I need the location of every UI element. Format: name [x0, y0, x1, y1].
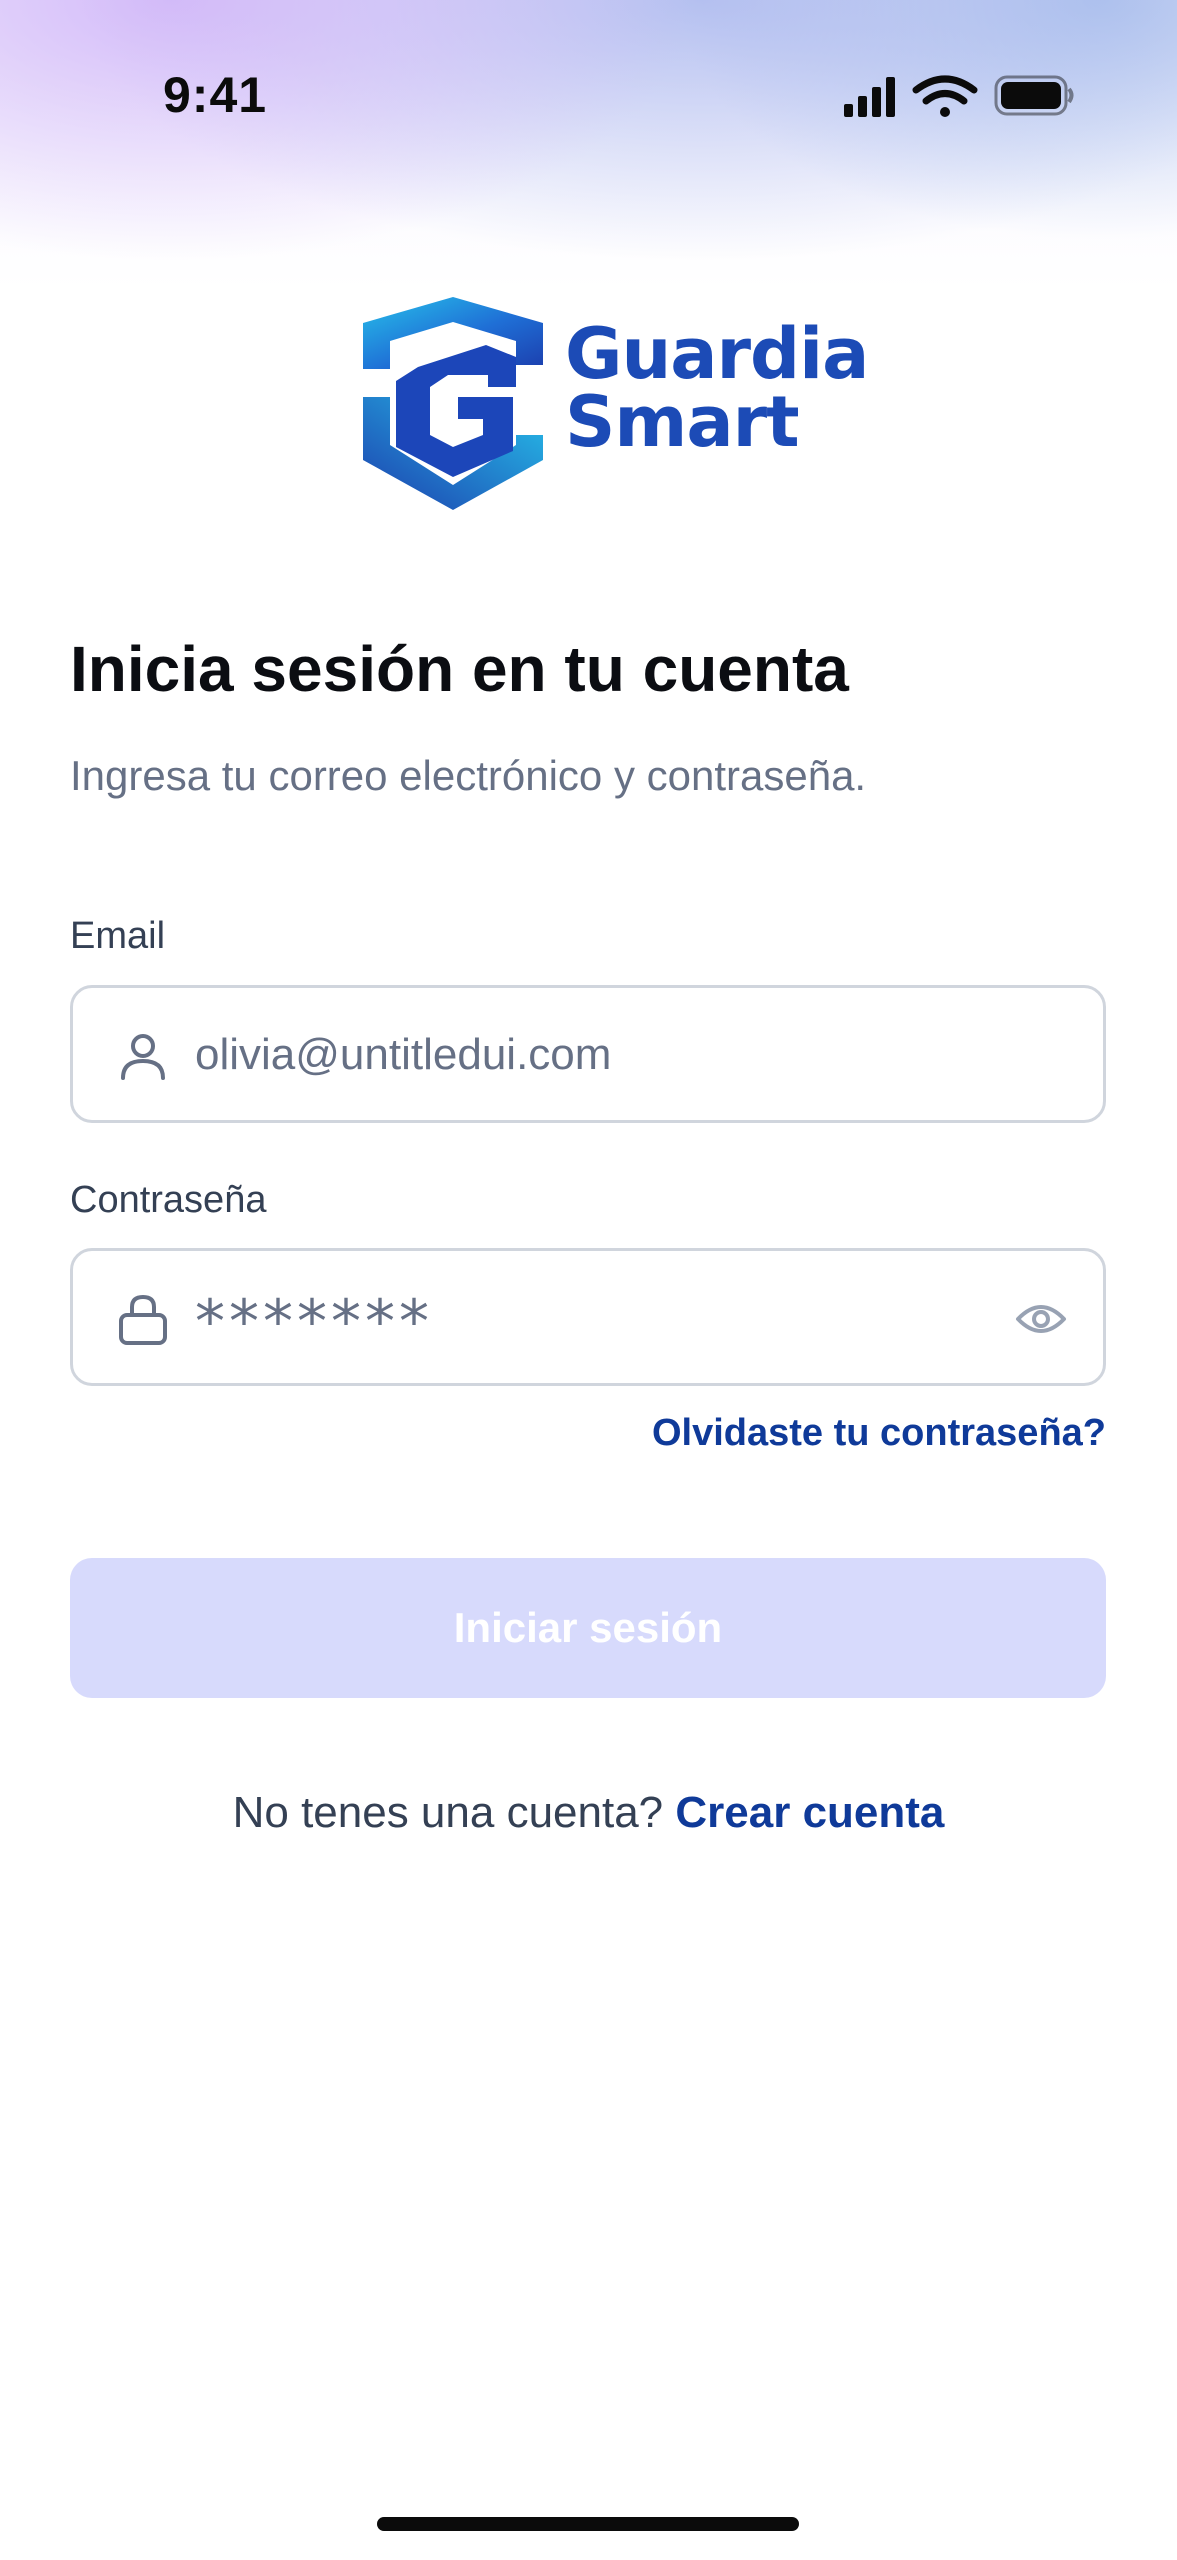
email-field[interactable]: olivia@untitledui.com — [70, 985, 1106, 1123]
brand-name-line1: Guardia — [565, 313, 869, 395]
email-label: Email — [70, 915, 166, 957]
page-title: Inicia sesión en tu cuenta — [70, 633, 849, 705]
status-icons — [844, 75, 1074, 117]
home-indicator — [377, 2517, 799, 2531]
brand-logo: Guardia Smart — [358, 295, 869, 515]
cellular-signal-icon — [844, 77, 895, 117]
password-field[interactable]: ******* — [70, 1248, 1106, 1386]
create-account-link[interactable]: Crear cuenta — [675, 1788, 944, 1837]
forgot-password-link[interactable]: Olvidaste tu contraseña? — [652, 1412, 1106, 1455]
battery-icon — [994, 75, 1074, 116]
wifi-icon — [912, 75, 978, 117]
password-label: Contraseña — [70, 1179, 267, 1221]
eye-icon[interactable] — [1015, 1297, 1067, 1341]
signup-prompt: No tenes una cuenta? Crear cuenta — [0, 1788, 1177, 1838]
password-value: ******* — [195, 1287, 433, 1357]
status-bar: 9:41 — [0, 0, 1177, 190]
email-value: olivia@untitledui.com — [195, 1030, 612, 1079]
brand-name: Guardia Smart — [565, 313, 869, 463]
status-time: 9:41 — [163, 67, 268, 123]
shield-logo-icon — [363, 297, 543, 510]
page-subtitle: Ingresa tu correo electrónico y contrase… — [70, 752, 867, 799]
brand-name-line2: Smart — [565, 381, 800, 463]
user-icon — [121, 1034, 165, 1080]
lock-icon — [119, 1294, 167, 1345]
signup-prompt-text: No tenes una cuenta? — [232, 1788, 664, 1837]
sign-in-button[interactable]: Iniciar sesión — [70, 1558, 1106, 1698]
